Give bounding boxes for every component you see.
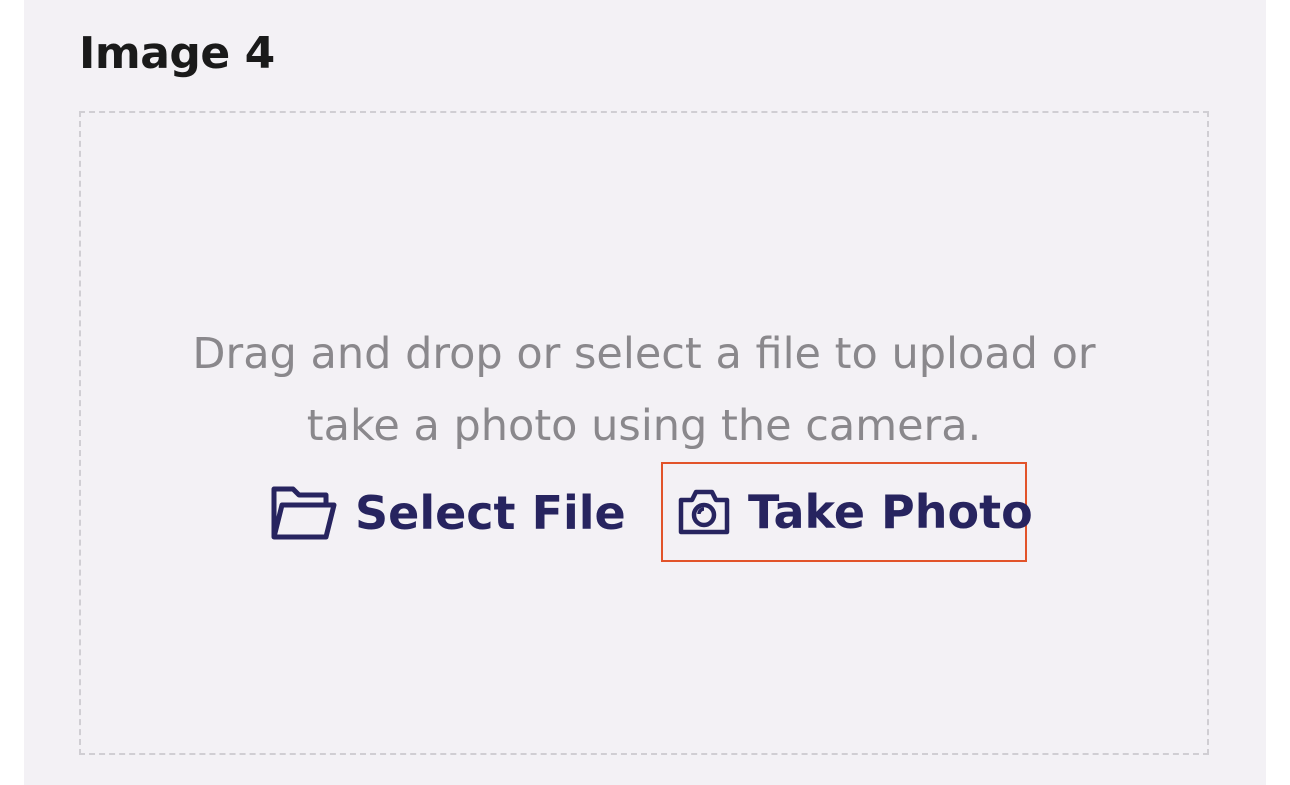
section-title: Image 4 (79, 28, 275, 79)
instruction-line-2: take a photo using the camera. (306, 401, 982, 451)
dropzone-instructions: Drag and drop or select a file to upload… (81, 318, 1207, 462)
take-photo-button[interactable]: Take Photo (661, 462, 1033, 562)
image-upload-panel: Image 4 Drag and drop or select a file t… (24, 0, 1266, 785)
file-dropzone[interactable]: Drag and drop or select a file to upload… (79, 111, 1209, 755)
instruction-line-1: Drag and drop or select a file to upload… (192, 329, 1096, 379)
take-photo-label: Take Photo (748, 485, 1033, 539)
select-file-label: Select File (355, 486, 626, 540)
folder-icon (271, 485, 337, 541)
select-file-button[interactable]: Select File (271, 485, 626, 541)
camera-icon (678, 488, 730, 536)
